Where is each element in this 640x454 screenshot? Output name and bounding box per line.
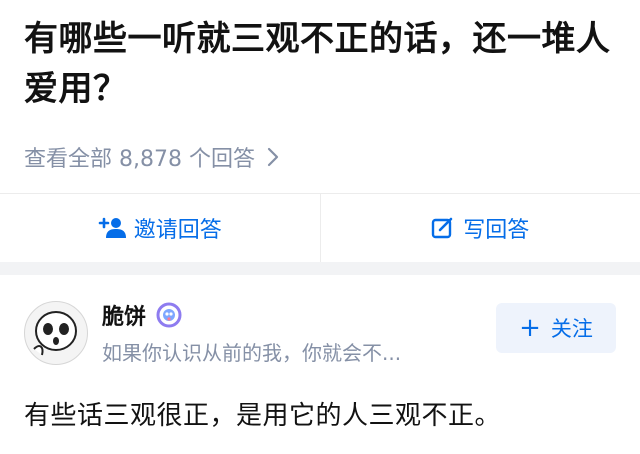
question-header: 有哪些一听就三观不正的话，还一堆人爱用？ 查看全部 8,878 个回答 (0, 0, 640, 174)
answer-excerpt[interactable]: 有些话三观很正，是用它的人三观不正。 (24, 395, 501, 432)
question-actions: 邀请回答 写回答 (0, 194, 640, 262)
author-name[interactable]: 脆饼 (102, 299, 146, 331)
invite-answer-button[interactable]: 邀请回答 (0, 194, 320, 262)
author-info: 脆饼 如果你认识从前的我，你就会不... (24, 299, 401, 366)
answer-card: 脆饼 如果你认识从前的我，你就会不... + 关注 有些话三观很正，是用它的人三… (0, 275, 640, 454)
write-answer-button[interactable]: 写回答 (321, 194, 640, 262)
edit-icon (431, 216, 455, 240)
chevron-right-icon (267, 147, 279, 167)
view-all-answers-link[interactable]: 查看全部 8,878 个回答 (24, 140, 616, 174)
author-bio: 如果你认识从前的我，你就会不... (102, 341, 402, 365)
plus-icon: + (519, 313, 541, 343)
invite-answer-label: 邀请回答 (133, 218, 222, 243)
creator-badge-icon[interactable] (156, 302, 182, 328)
view-all-answers-label: 查看全部 8,878 个回答 (24, 147, 255, 172)
follow-label: 关注 (550, 317, 593, 341)
question-title[interactable]: 有哪些一听就三观不正的话，还一堆人爱用？ (24, 14, 616, 114)
follow-button[interactable]: + 关注 (496, 303, 616, 353)
section-gap (0, 262, 640, 275)
write-answer-label: 写回答 (463, 218, 530, 243)
avatar[interactable] (24, 300, 88, 365)
add-user-icon (98, 217, 126, 239)
